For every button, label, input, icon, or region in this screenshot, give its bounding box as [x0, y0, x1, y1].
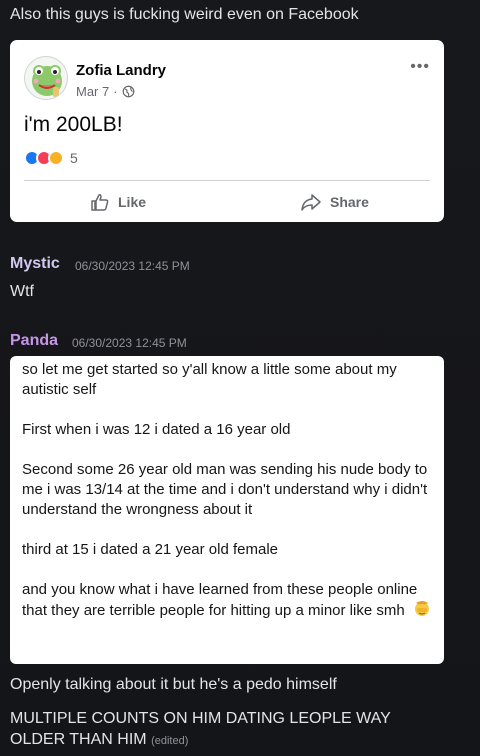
more-options-icon[interactable]: •••	[410, 58, 430, 76]
post-meta: Mar 7 ·	[76, 84, 135, 99]
reaction-count: 5	[70, 150, 78, 166]
message-text: Wtf	[10, 283, 34, 300]
intro-message: Also this guys is fucking weird even on …	[10, 6, 359, 23]
divider	[24, 180, 430, 181]
facepalm-emoji-icon	[414, 601, 429, 616]
share-arrow-icon	[301, 194, 321, 211]
message-text: Openly talking about it but he's a pedo …	[10, 676, 337, 693]
care-reaction-icon	[48, 150, 64, 166]
message-timestamp: 06/30/2023 12:45 PM	[72, 336, 187, 350]
post-date[interactable]: Mar 7	[76, 84, 109, 99]
quote-paragraph-last: and you know what i have learned from th…	[22, 580, 432, 621]
like-label: Like	[118, 194, 147, 210]
message-text-content: MULTIPLE COUNTS ON HIM DATING LEOPLE WAY…	[10, 710, 391, 748]
share-button[interactable]: Share	[300, 192, 369, 212]
quoted-post-screenshot: so let me get started so y'all know a li…	[10, 356, 444, 664]
message-author-panda[interactable]: Panda	[10, 332, 58, 350]
frog-avatar-icon	[32, 65, 62, 97]
edited-label: (edited)	[151, 735, 189, 747]
quote-paragraph: First when i was 12 i dated a 16 year ol…	[22, 421, 291, 438]
share-label: Share	[330, 194, 369, 210]
message-text: MULTIPLE COUNTS ON HIM DATING LEOPLE WAY…	[10, 708, 450, 752]
facebook-post-card: Zofia Landry Mar 7 · ••• i'm 200LB! 5 Li…	[10, 40, 444, 222]
message-timestamp: 06/30/2023 12:45 PM	[75, 259, 190, 273]
thumbs-up-icon	[91, 194, 109, 211]
quote-paragraph-text: and you know what i have learned from th…	[22, 581, 418, 619]
globe-icon	[122, 85, 134, 98]
post-content: i'm 200LB!	[24, 113, 123, 136]
quote-paragraph: third at 15 i dated a 21 year old female	[22, 541, 278, 558]
post-author-name[interactable]: Zofia Landry	[76, 62, 166, 79]
meta-separator: ·	[113, 84, 118, 99]
message-author-mystic[interactable]: Mystic	[10, 255, 60, 273]
like-button[interactable]: Like	[90, 192, 146, 212]
reactions-summary[interactable]: 5	[24, 150, 78, 166]
quote-paragraph: so let me get started so y'all know a li…	[22, 361, 397, 398]
quote-paragraph: Second some 26 year old man was sending …	[22, 461, 428, 518]
avatar	[24, 56, 68, 100]
